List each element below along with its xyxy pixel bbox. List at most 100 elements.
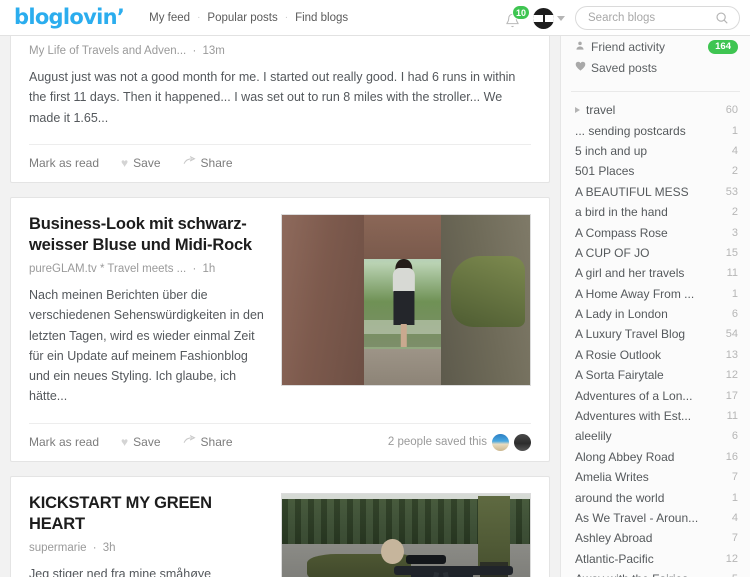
sidebar-blog-count: 60 xyxy=(725,104,738,117)
sidebar-blog-item[interactable]: A Compass Rose 3 xyxy=(561,222,750,242)
heart-icon: ♥ xyxy=(121,435,129,450)
sidebar-blog-item[interactable]: Adventures with Est... 11 xyxy=(561,406,750,426)
sidebar-blog-label: aleelily xyxy=(575,429,612,444)
sidebar-blog-item[interactable]: A CUP OF JO 15 xyxy=(561,243,750,263)
share-button[interactable]: Share xyxy=(183,435,233,449)
sidebar-blog-item[interactable]: A Sorta Fairytale 12 xyxy=(561,365,750,385)
post-feed[interactable]: August Fitness Recap My Life of Travels … xyxy=(0,36,560,577)
right-sidebar[interactable]: Friend activity 164 Saved posts travel 60… xyxy=(560,36,750,577)
post-card[interactable]: August Fitness Recap My Life of Travels … xyxy=(10,36,550,183)
sidebar-top-section: Friend activity 164 Saved posts xyxy=(561,36,750,84)
sidebar-blog-count: 12 xyxy=(725,552,738,565)
post-excerpt: August just was not a good month for me.… xyxy=(29,70,516,125)
share-arrow-icon xyxy=(183,156,196,170)
sidebar-blog-item[interactable]: As We Travel - Aroun... 4 xyxy=(561,508,750,528)
mark-as-read-button[interactable]: Mark as read xyxy=(29,435,99,449)
sidebar-blog-list[interactable]: travel 60 ... sending postcards 1 5 inch and… xyxy=(561,100,750,577)
save-button[interactable]: ♥ Save xyxy=(121,156,160,170)
post-meta: My Life of Travels and Adven... · 13m xyxy=(29,45,517,57)
post-card[interactable]: KICKSTART MY GREEN HEART supermarie · 3h… xyxy=(10,475,550,577)
sidebar-blog-count: 5 xyxy=(732,573,738,577)
sidebar-blog-item[interactable]: Atlantic-Pacific 12 xyxy=(561,549,750,569)
sidebar-blog-item[interactable]: Away with the Fairies 5 xyxy=(561,569,750,577)
search-input[interactable] xyxy=(576,7,706,29)
nav-item-find-blogs[interactable]: Find blogs xyxy=(288,12,355,24)
post-title[interactable]: Business-Look mit schwarz-weisser Bluse … xyxy=(29,214,267,256)
feed-scroll-content: August Fitness Recap My Life of Travels … xyxy=(10,36,550,577)
sidebar-blog-item[interactable]: A Lady in London 6 xyxy=(561,304,750,324)
sidebar-blog-item[interactable]: 5 inch and up 4 xyxy=(561,141,750,161)
sidebar-blog-label: A Luxury Travel Blog xyxy=(575,327,686,342)
mark-as-read-button[interactable]: Mark as read xyxy=(29,156,99,170)
post-time: 1h xyxy=(202,263,216,276)
sidebar-blog-label: ... sending postcards xyxy=(575,123,686,138)
sidebar-blog-label: Atlantic-Pacific xyxy=(575,551,654,566)
sidebar-blog-label: A Sorta Fairytale xyxy=(575,368,664,383)
post-image-archway xyxy=(282,214,530,385)
sidebar-blog-item[interactable]: around the world 1 xyxy=(561,487,750,507)
post-body: August Fitness Recap My Life of Travels … xyxy=(29,36,531,128)
sidebar-blog-item[interactable]: A girl and her travels 11 xyxy=(561,263,750,283)
sidebar-blog-item[interactable]: aleelily 6 xyxy=(561,426,750,446)
nav-item-my-feed[interactable]: My feed xyxy=(142,12,197,24)
sidebar-blog-label: travel xyxy=(586,103,616,118)
sidebar-blog-label: Away with the Fairies xyxy=(575,572,726,577)
post-thumbnail[interactable] xyxy=(281,492,531,577)
sidebar-blog-count: 1 xyxy=(731,124,738,137)
chevron-down-icon[interactable] xyxy=(557,15,565,21)
sidebar-blog-item[interactable]: A Home Away From ... 1 xyxy=(561,284,750,304)
bloglovin-logo[interactable]: bloglovin’ xyxy=(14,7,125,28)
post-actions: Mark as read ♥ Save Share xyxy=(29,143,531,182)
sidebar-blog-count: 3 xyxy=(731,226,738,239)
sidebar-blog-item[interactable]: A BEAUTIFUL MESS 53 xyxy=(561,182,750,202)
nav-item-popular-posts[interactable]: Popular posts xyxy=(200,12,284,24)
sidebar-label: Friend activity xyxy=(591,39,666,54)
sidebar-blog-count: 2 xyxy=(731,165,738,178)
sidebar-blog-item[interactable]: Adventures of a Lon... 17 xyxy=(561,385,750,405)
sidebar-blog-item[interactable]: ... sending postcards 1 xyxy=(561,120,750,140)
post-blog-name[interactable]: supermarie xyxy=(29,542,87,554)
sidebar-blog-item[interactable]: A Luxury Travel Blog 54 xyxy=(561,324,750,344)
sidebar-blog-item[interactable]: travel 60 xyxy=(561,100,750,120)
sidebar-blog-item[interactable]: Along Abbey Road 16 xyxy=(561,447,750,467)
sidebar-blog-item[interactable]: Amelia Writes 7 xyxy=(561,467,750,487)
sidebar-blog-count: 1 xyxy=(731,287,738,300)
post-blog-name[interactable]: pureGLAM.tv * Travel meets ... xyxy=(29,263,186,275)
sidebar-blog-count: 1 xyxy=(731,491,738,504)
post-blog-name[interactable]: My Life of Travels and Adven... xyxy=(29,45,186,57)
person-icon xyxy=(575,40,591,54)
share-button[interactable]: Share xyxy=(183,156,233,170)
sidebar-blog-label: Adventures with Est... xyxy=(575,409,692,424)
sidebar-blog-item[interactable]: A Rosie Outlook 13 xyxy=(561,345,750,365)
sidebar-blog-label: 501 Places xyxy=(575,164,635,179)
sidebar-blog-item[interactable]: Ashley Abroad 7 xyxy=(561,528,750,548)
post-card[interactable]: Business-Look mit schwarz-weisser Bluse … xyxy=(10,196,550,462)
user-avatar[interactable] xyxy=(533,7,554,29)
expand-triangle-icon[interactable] xyxy=(575,107,580,114)
saver-avatar[interactable] xyxy=(514,433,531,451)
post-thumbnail[interactable] xyxy=(281,213,531,386)
sidebar-blog-item[interactable]: 501 Places 2 xyxy=(561,161,750,181)
saver-avatar[interactable] xyxy=(492,433,509,451)
sidebar-item-friend-activity[interactable]: Friend activity 164 xyxy=(561,36,750,57)
post-time: 3h xyxy=(102,541,116,554)
sidebar-blog-count: 6 xyxy=(731,308,738,321)
sidebar-blog-count: 12 xyxy=(725,369,738,382)
notifications-button[interactable]: 10 xyxy=(503,5,531,30)
sidebar-blog-label: A BEAUTIFUL MESS xyxy=(575,184,689,199)
search-icon[interactable] xyxy=(715,11,729,30)
sidebar-blog-item[interactable]: a bird in the hand 2 xyxy=(561,202,750,222)
save-button[interactable]: ♥ Save xyxy=(121,435,160,449)
post-text-column: August Fitness Recap My Life of Travels … xyxy=(29,36,531,128)
sidebar-blog-label: A Lady in London xyxy=(575,307,668,322)
post-title[interactable]: KICKSTART MY GREEN HEART xyxy=(29,493,267,535)
sidebar-blog-count: 7 xyxy=(731,471,738,484)
sidebar-blog-count: 17 xyxy=(725,389,738,402)
post-title[interactable]: August Fitness Recap xyxy=(29,36,517,38)
header-right-group: 10 xyxy=(503,0,750,36)
meta-dot: · xyxy=(192,45,197,58)
post-text-column: KICKSTART MY GREEN HEART supermarie · 3h… xyxy=(29,493,281,577)
main-nav: My feed · Popular posts · Find blogs xyxy=(142,12,355,24)
search-blogs-box[interactable] xyxy=(575,6,740,30)
sidebar-item-saved-posts[interactable]: Saved posts xyxy=(561,57,750,78)
